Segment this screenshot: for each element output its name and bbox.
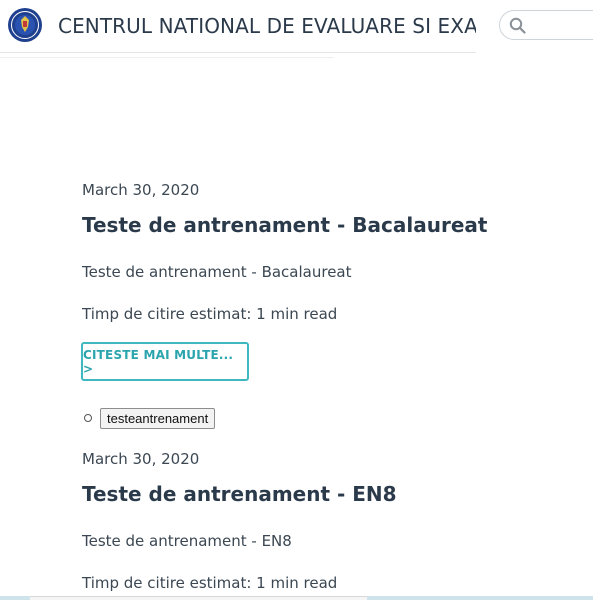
post-date: March 30, 2020 bbox=[82, 181, 200, 199]
horizontal-scrollbar[interactable] bbox=[30, 596, 367, 600]
post-excerpt: Teste de antrenament - Bacalaureat bbox=[82, 263, 352, 281]
post-read-time: Timp de citire estimat: 1 min read bbox=[82, 305, 338, 323]
search-input[interactable] bbox=[499, 10, 593, 40]
post-title-link[interactable]: Teste de antrenament - EN8 bbox=[82, 481, 562, 507]
tag-chip-testeantrenament[interactable]: testeantrenament bbox=[100, 408, 216, 429]
read-more-button[interactable]: CITESTE MAI MULTE... > bbox=[81, 342, 249, 381]
post-item: March 30, 2020 Teste de antrenament - EN… bbox=[82, 449, 562, 593]
list-bullet bbox=[84, 414, 92, 422]
romanian-government-seal-icon[interactable] bbox=[7, 7, 43, 43]
post-read-time: Timp de citire estimat: 1 min read bbox=[82, 574, 338, 592]
header-divider bbox=[0, 52, 476, 53]
site-title[interactable]: CENTRUL NATIONAL DE EVALUARE SI EXAMINAR… bbox=[58, 14, 476, 38]
search-icon[interactable] bbox=[509, 17, 526, 34]
nav-divider bbox=[0, 57, 334, 58]
post-title-link[interactable]: Teste de antrenament - Bacalaureat bbox=[82, 212, 562, 238]
site-header: CENTRUL NATIONAL DE EVALUARE SI EXAMINAR… bbox=[0, 0, 593, 52]
post-item: March 30, 2020 Teste de antrenament - Ba… bbox=[82, 180, 562, 324]
post-date: March 30, 2020 bbox=[82, 450, 200, 468]
post-excerpt: Teste de antrenament - EN8 bbox=[82, 532, 292, 550]
